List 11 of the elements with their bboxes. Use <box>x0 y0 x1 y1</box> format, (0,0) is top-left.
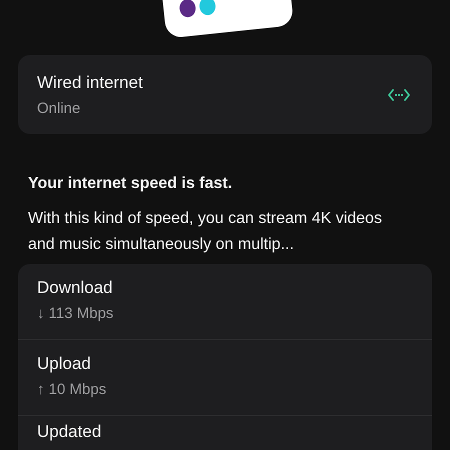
stat-label: Updated <box>37 422 102 442</box>
stat-label: Upload <box>37 354 92 374</box>
stat-value: ↓ 113 Mbps <box>37 305 114 322</box>
connection-title: Wired internet <box>37 72 143 92</box>
connection-card[interactable]: Wired internet Online <box>18 55 432 134</box>
speed-heading: Your internet speed is fast. <box>28 175 234 193</box>
stat-label: Download <box>37 278 114 298</box>
connection-status: Online <box>37 100 82 116</box>
ethernet-icon <box>388 88 410 102</box>
stat-value: ↑ 10 Mbps <box>37 381 108 398</box>
speed-description: With this kind of speed, you can stream 4K videos and music simultaneously on multip... <box>28 209 383 255</box>
